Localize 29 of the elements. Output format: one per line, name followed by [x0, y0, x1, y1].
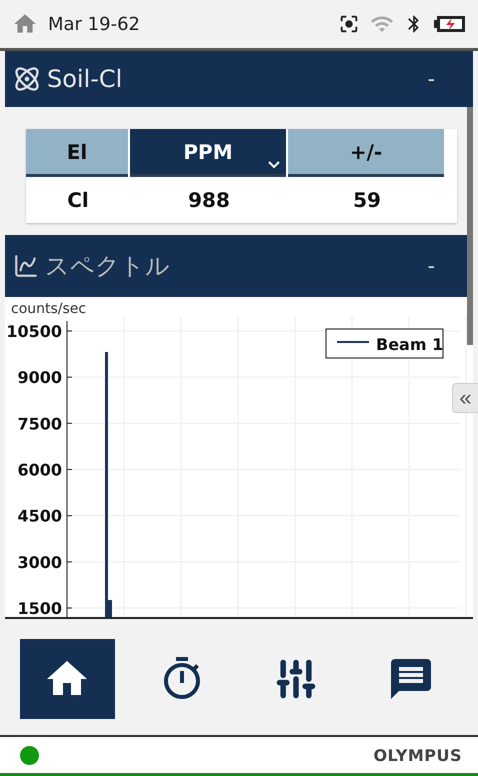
- table-cell-text: 59: [352, 187, 382, 214]
- chevron-icon: [268, 161, 280, 169]
- collapse-button[interactable]: -: [418, 66, 465, 92]
- column-header[interactable]: El: [26, 129, 128, 177]
- tick-label: 9000: [17, 368, 62, 388]
- table-cell-text: 988: [187, 187, 231, 214]
- column-header[interactable]: +/-: [288, 129, 444, 177]
- nav-button[interactable]: [20, 638, 115, 718]
- chart-icon: [13, 253, 39, 279]
- collapse-button[interactable]: -: [418, 253, 465, 279]
- focus-icon: [338, 13, 360, 35]
- tick-label: 7500: [17, 414, 62, 434]
- scrollbar[interactable]: [467, 107, 473, 345]
- tick-label: 3000: [17, 552, 62, 572]
- axis-label: counts/sec: [11, 301, 86, 317]
- tick-label: 6000: [17, 460, 62, 480]
- tick-label: 4500: [17, 506, 62, 526]
- tick-label: 1500: [17, 599, 62, 617]
- window-title: Mar 19-62: [48, 14, 141, 34]
- legend-label: Beam 1: [376, 335, 444, 354]
- panel-title: スペクトル: [45, 251, 171, 282]
- expand-tab[interactable]: «: [452, 383, 478, 413]
- battery-icon: [434, 15, 466, 33]
- panel-title: Soil-Cl: [47, 65, 124, 93]
- brand-logo: OLYMPUS: [373, 746, 462, 764]
- atom-icon: [13, 65, 41, 93]
- tick-label: 10500: [6, 322, 62, 341]
- table-cell-text: Cl: [66, 187, 90, 214]
- column-header[interactable]: PPM: [130, 129, 286, 177]
